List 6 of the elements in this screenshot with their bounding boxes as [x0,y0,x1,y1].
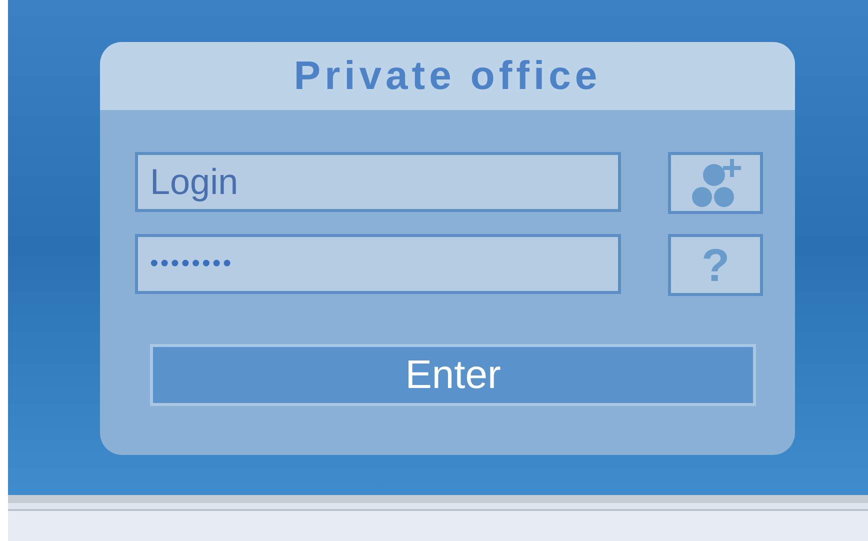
password-field[interactable]: •••••••• [135,234,621,294]
enter-button[interactable]: Enter [150,344,756,406]
login-field[interactable]: Login [135,152,621,212]
panel-title: Private office [294,54,602,98]
add-user-button[interactable] [668,152,763,214]
help-button[interactable]: ? [668,234,763,296]
